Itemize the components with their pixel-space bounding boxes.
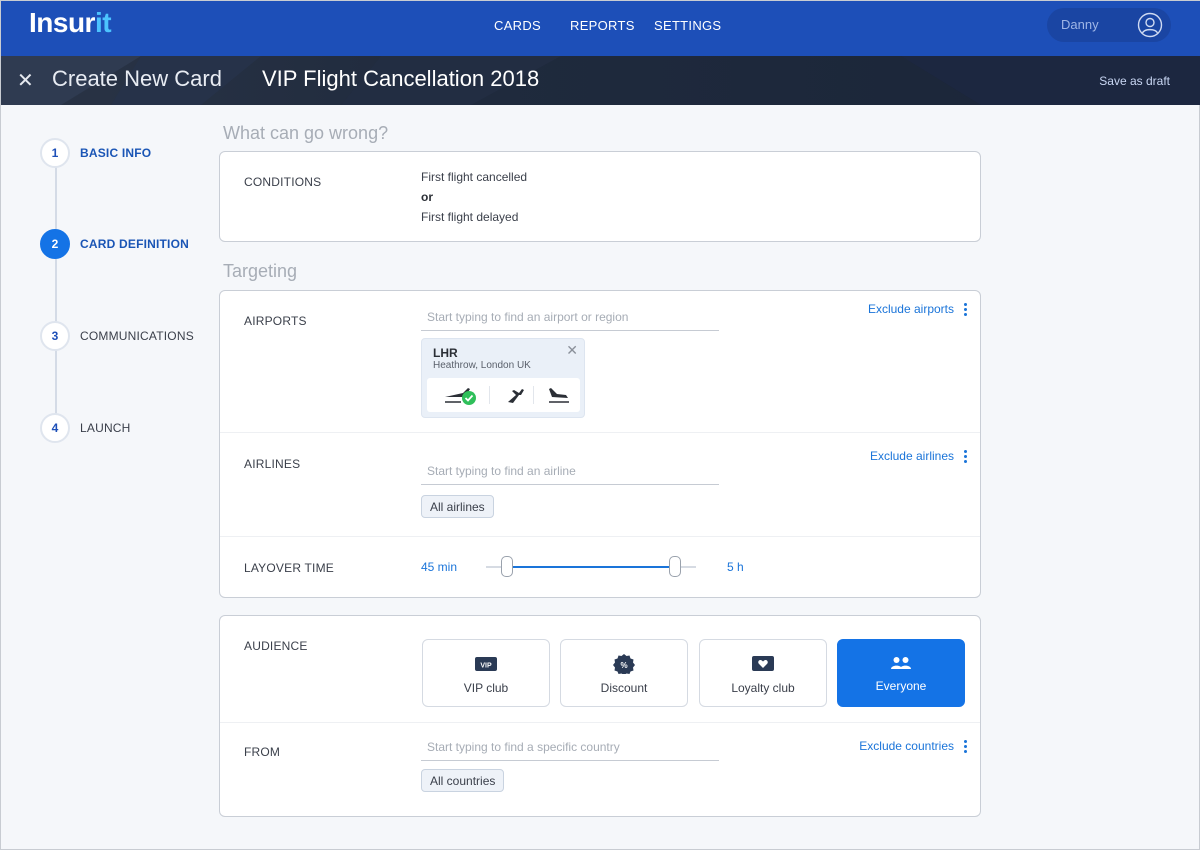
audience-option-label: Discount [600,681,648,695]
conditions-card: CONDITIONS First flight cancelled or Fir… [219,151,981,242]
audience-option-label: VIP club [463,681,509,695]
audience-option-discount[interactable]: % Discount [560,639,688,707]
step-number: 1 [40,138,70,168]
layover-time-label: LAYOVER TIME [244,561,334,575]
all-airlines-chip[interactable]: All airlines [421,495,494,518]
airport-search-input[interactable]: Start typing to find an airport or regio… [421,305,719,331]
page-section-title: Create New Card [52,66,222,91]
exclude-airlines-link[interactable]: Exclude airlines [870,449,954,463]
page-header: ✕ Create New Card VIP Flight Cancellatio… [1,56,1200,105]
audience-option-everyone[interactable]: Everyone [837,639,965,707]
mode-divider [489,386,490,404]
people-icon [891,657,911,669]
step-label: LAUNCH [80,421,131,435]
airports-label: AIRPORTS [244,314,307,328]
section-title-targeting: Targeting [223,261,298,281]
row-divider [220,432,980,433]
section-title-what-can-go-wrong: What can go wrong? [223,123,389,143]
step-number: 4 [40,413,70,443]
connection-flight-icon[interactable] [494,382,534,408]
layover-max-value: 5 h [727,560,744,574]
top-navbar: Insurit CARDS REPORTS SETTINGS Danny [1,1,1200,56]
svg-text:VIP: VIP [480,663,492,670]
audience-option-label: Everyone [875,679,927,693]
countries-more-icon[interactable] [964,740,968,754]
condition-item[interactable]: First flight cancelled [421,170,527,184]
nav-cards[interactable]: CARDS [494,18,541,33]
step-label: CARD DEFINITION [80,237,189,251]
card-name-title[interactable]: VIP Flight Cancellation 2018 [262,66,539,92]
layover-min-value: 45 min [421,560,458,574]
airport-code: LHR [433,346,458,360]
airline-search-input[interactable]: Start typing to find an airline [421,459,719,485]
step-label: BASIC INFO [80,146,152,160]
stepper-line [55,153,57,429]
close-icon[interactable]: ✕ [17,68,34,93]
logo-accent-text: it [94,7,112,38]
heart-card-icon [752,656,774,671]
condition-or-separator: or [421,190,433,204]
layover-range-slider[interactable] [486,556,696,577]
condition-item[interactable]: First flight delayed [421,210,518,224]
step-label: COMMUNICATIONS [80,329,194,343]
user-menu[interactable]: Danny [1047,8,1171,42]
step-number: 3 [40,321,70,351]
nav-reports[interactable]: REPORTS [570,18,635,33]
audience-option-loyalty-club[interactable]: Loyalty club [699,639,827,707]
discount-icon: % [613,654,635,674]
save-draft-button[interactable]: Save as draft [1099,74,1170,88]
row-divider [220,536,980,537]
remove-airport-icon[interactable]: ✕ [566,342,578,359]
audience-card: AUDIENCE VIP VIP club % Discount Loyalty… [219,615,981,817]
audience-label: AUDIENCE [244,639,308,653]
conditions-label: CONDITIONS [244,175,322,189]
airports-more-icon[interactable] [964,303,968,317]
exclude-airports-link[interactable]: Exclude airports [868,302,954,316]
audience-option-vip-club[interactable]: VIP VIP club [422,639,550,707]
nav-settings[interactable]: SETTINGS [654,18,721,33]
mode-divider [533,386,534,404]
country-search-input[interactable]: Start typing to find a specific country [421,735,719,761]
exclude-countries-link[interactable]: Exclude countries [859,739,954,753]
vip-badge-icon: VIP [475,657,497,671]
flight-mode-selector [427,378,580,412]
targeting-card: AIRPORTS Start typing to find an airport… [219,290,981,598]
all-countries-chip[interactable]: All countries [421,769,505,792]
logo-main-text: Insur [29,7,95,38]
layover-range-fill [507,566,675,568]
arrival-flight-icon[interactable] [539,382,579,408]
departure-selected-icon[interactable] [441,382,481,408]
airlines-more-icon[interactable] [964,450,968,464]
audience-option-label: Loyalty club [731,681,795,695]
svg-text:%: % [620,661,627,670]
user-avatar-icon [1137,12,1163,38]
row-divider [220,722,980,723]
layover-max-handle[interactable] [669,556,681,577]
selected-airport-chip[interactable]: LHR Heathrow, London UK ✕ [421,338,585,418]
from-label: FROM [244,745,281,759]
step-number: 2 [40,229,70,259]
user-name: Danny [1061,17,1099,32]
app-logo[interactable]: Insurit [29,7,112,39]
layover-min-handle[interactable] [501,556,513,577]
airport-name: Heathrow, London UK [433,360,531,371]
airlines-label: AIRLINES [244,457,301,471]
